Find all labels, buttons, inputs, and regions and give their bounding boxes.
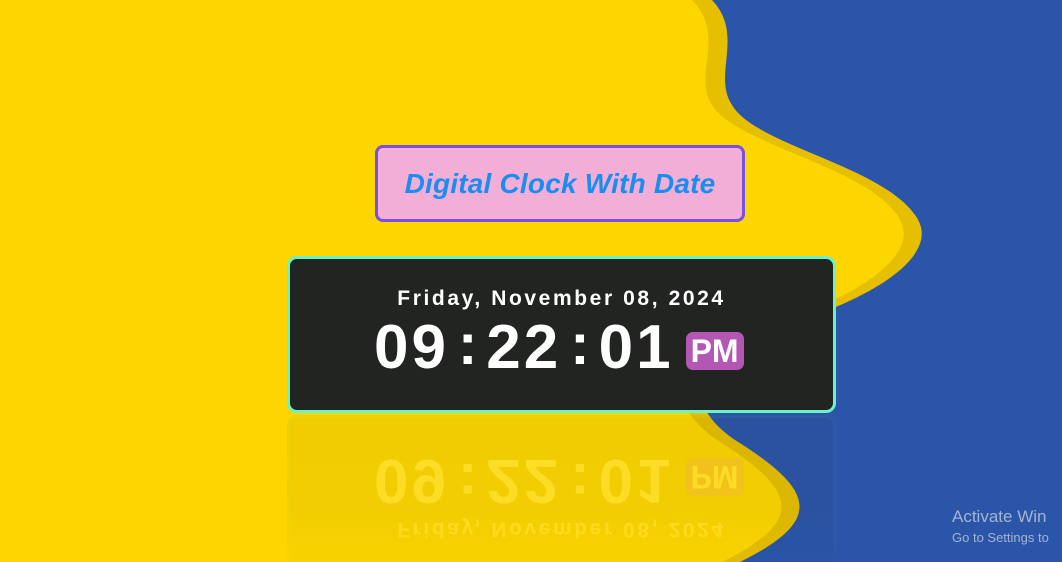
time-display: 09 : 22 : 01 PM <box>374 312 744 383</box>
seconds-value: 01 <box>598 313 674 382</box>
date-label: Friday, November 08, 2024 <box>397 287 726 310</box>
title-banner: Digital Clock With Date <box>375 145 745 222</box>
watermark-line-1: Activate Win <box>952 507 1047 526</box>
hours-value: 09 <box>374 313 449 382</box>
page-background: Digital Clock With Date Friday, November… <box>0 0 1062 562</box>
minutes-value: 22 <box>486 313 562 382</box>
period-badge: PM <box>685 332 744 370</box>
clock-panel: Friday, November 08, 2024 09 : 22 : 01 P… <box>287 256 836 413</box>
time-separator: : <box>457 312 478 377</box>
time-separator: : <box>570 312 590 377</box>
activate-windows-watermark: Activate Win Go to Settings to <box>952 506 1049 548</box>
clock-display: Friday, November 08, 2024 09 : 22 : 01 P… <box>287 256 836 413</box>
page-title: Digital Clock With Date <box>404 167 716 199</box>
watermark-line-2: Go to Settings to <box>952 530 1049 545</box>
